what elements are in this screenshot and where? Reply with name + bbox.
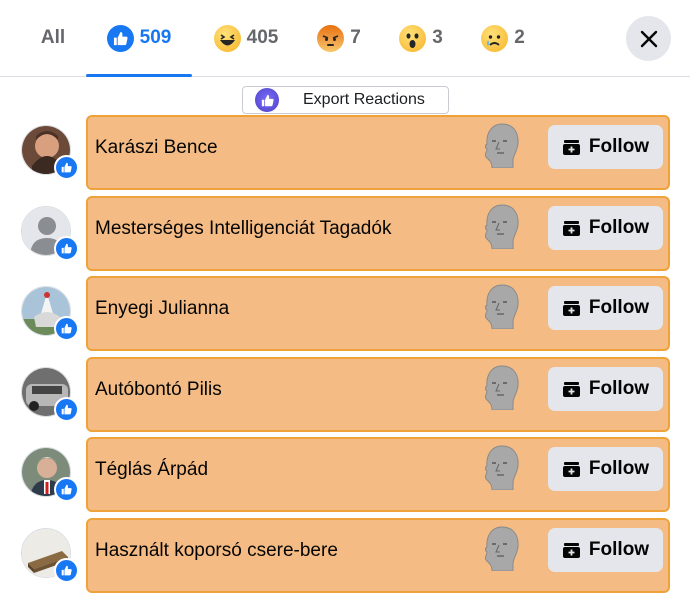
npc-face-icon xyxy=(484,365,519,410)
haha-emoji-icon xyxy=(213,24,241,52)
follow-label: Follow xyxy=(588,378,650,399)
avatar-like-badge-icon xyxy=(54,558,79,583)
close-icon xyxy=(640,30,657,47)
follow-label: Follow xyxy=(588,539,650,560)
follow-icon xyxy=(562,461,580,477)
list-item: Enyegi Julianna Follow xyxy=(0,276,690,356)
follow-icon xyxy=(562,542,580,558)
tab-haha-count: 405 xyxy=(246,27,279,48)
tab-wow-count: 3 xyxy=(432,27,443,48)
avatar-like-badge-icon xyxy=(54,155,79,180)
follow-button[interactable]: Follow xyxy=(548,447,663,491)
person-name[interactable]: Autóbontó Pilis xyxy=(95,379,222,401)
export-reactions-label: Export Reactions xyxy=(303,91,425,108)
follow-icon xyxy=(562,139,580,155)
npc-face-icon xyxy=(484,284,519,329)
follow-label: Follow xyxy=(588,458,650,479)
angry-emoji-icon xyxy=(317,24,345,52)
follow-button[interactable]: Follow xyxy=(548,528,663,572)
wow-emoji-icon xyxy=(399,24,427,52)
tab-like[interactable]: 509 xyxy=(86,0,192,77)
npc-face-icon xyxy=(484,526,519,571)
person-name[interactable]: Téglás Árpád xyxy=(95,459,208,481)
thumbs-up-icon xyxy=(255,88,279,112)
active-tab-indicator xyxy=(86,74,192,77)
reaction-tabs: All 509 405 7 3 2 xyxy=(0,0,690,77)
list-item: Téglás Árpád Follow xyxy=(0,437,690,517)
follow-icon xyxy=(562,300,580,316)
list-item: Autóbontó Pilis Follow xyxy=(0,357,690,437)
follow-button[interactable]: Follow xyxy=(548,367,663,411)
tab-wow[interactable]: 3 xyxy=(396,0,446,76)
list-item: Karászi Bence Follow xyxy=(0,115,690,195)
npc-face-icon xyxy=(484,204,519,249)
tab-like-count: 509 xyxy=(139,27,172,48)
avatar-like-badge-icon xyxy=(54,397,79,422)
list-item: Mesterséges Intelligenciát Tagadók Follo… xyxy=(0,196,690,276)
tab-all[interactable]: All xyxy=(30,0,76,76)
export-reactions-button[interactable]: Export Reactions xyxy=(242,86,449,114)
follow-button[interactable]: Follow xyxy=(548,286,663,330)
follow-button[interactable]: Follow xyxy=(548,206,663,250)
npc-face-icon xyxy=(484,445,519,490)
close-button[interactable] xyxy=(626,16,671,61)
avatar-like-badge-icon xyxy=(54,316,79,341)
person-name[interactable]: Enyegi Julianna xyxy=(95,298,229,320)
follow-label: Follow xyxy=(588,297,650,318)
follow-icon xyxy=(562,220,580,236)
person-name[interactable]: Karászi Bence xyxy=(95,137,218,159)
like-icon xyxy=(106,24,134,52)
person-name[interactable]: Használt koporsó csere-bere xyxy=(95,540,338,562)
person-name[interactable]: Mesterséges Intelligenciát Tagadók xyxy=(95,218,391,240)
tab-sad[interactable]: 2 xyxy=(478,0,528,76)
npc-face-icon xyxy=(484,123,519,168)
tab-haha[interactable]: 405 xyxy=(208,0,284,76)
sad-emoji-icon xyxy=(481,24,509,52)
avatar-like-badge-icon xyxy=(54,477,79,502)
tab-all-label: All xyxy=(40,27,66,48)
follow-icon xyxy=(562,381,580,397)
tab-angry[interactable]: 7 xyxy=(314,0,364,76)
follow-button[interactable]: Follow xyxy=(548,125,663,169)
list-item: Használt koporsó csere-bere Follow xyxy=(0,518,690,598)
avatar-like-badge-icon xyxy=(54,236,79,261)
tab-sad-count: 2 xyxy=(514,27,525,48)
follow-label: Follow xyxy=(588,136,650,157)
follow-label: Follow xyxy=(588,217,650,238)
tab-angry-count: 7 xyxy=(350,27,361,48)
